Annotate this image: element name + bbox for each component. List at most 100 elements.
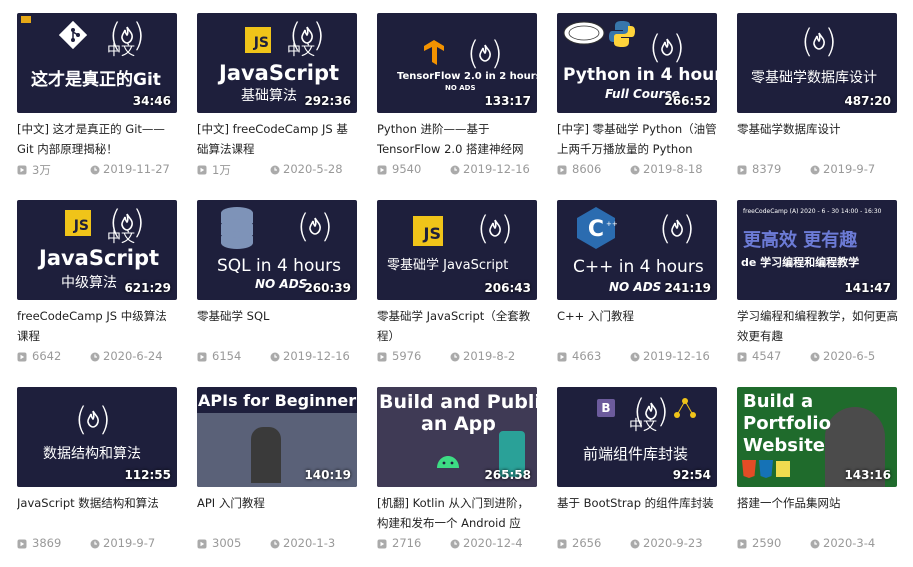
view-count: 5976 [392, 349, 422, 363]
tensorflow-logo-icon [424, 40, 444, 65]
video-card[interactable]: () SQL in 4 hours NO ADS 260:39 零基础学 SQL 6… [197, 200, 358, 380]
video-duration: 260:39 [304, 281, 351, 295]
video-title[interactable]: [中文] freeCodeCamp JS 基础算法课程 [197, 119, 358, 159]
video-title[interactable]: API 入门教程 [197, 493, 358, 533]
video-title[interactable]: [中字] 零基础学 Python（油管上两千万播放量的 Python [557, 119, 718, 159]
javascript-logo-icon: JS [65, 210, 91, 236]
video-card[interactable]: JS () 中文 JavaScript 基础算法 292:36 [中文] freeCo… [197, 13, 358, 193]
clock-icon [450, 539, 460, 549]
view-count: 3005 [212, 536, 242, 550]
upload-date: 2019-9-7 [823, 162, 876, 176]
freecodecamp-logo-icon: () [467, 34, 503, 72]
bootstrap-logo-icon: B [597, 399, 615, 417]
video-title[interactable]: [中文] 这才是真正的 Git——Git 内部原理揭秘！ [17, 119, 178, 159]
play-count-icon [197, 352, 207, 362]
video-card[interactable]: freeCodeCamp (A) 2020 - 6 - 30 14:00 - 1… [737, 200, 898, 380]
video-title[interactable]: 基于 BootStrap 的组件库封装 [557, 493, 718, 533]
video-card[interactable]: APIs for Beginners 140:19 API 入门教程 3005 … [197, 387, 358, 567]
video-duration: 206:43 [484, 281, 531, 295]
upload-date: 2019-12-16 [283, 349, 350, 363]
video-card[interactable]: Build and Publishan App 265:58 [机翻] Kotl… [377, 387, 538, 567]
video-card[interactable]: () Python in 4 hours Full Course 266:52 [中… [557, 13, 718, 193]
video-card[interactable]: () TensorFlow 2.0 in 2 hours NO ADS 133:17… [377, 13, 538, 193]
video-thumbnail[interactable]: Build and Publishan App 265:58 [377, 387, 537, 487]
video-thumbnail[interactable]: () 零基础学数据库设计 487:20 [737, 13, 897, 113]
video-thumbnail[interactable]: () 中文 这才是真正的Git 34:46 [17, 13, 177, 113]
video-title[interactable]: Python 进阶——基于 TensorFlow 2.0 搭建神经网 [377, 119, 538, 159]
clock-icon [270, 539, 280, 549]
freecodecamp-logo-icon: () [297, 207, 333, 245]
video-card[interactable]: Build a Portfolio Website 143:16 搭建一个作品集… [737, 387, 898, 567]
video-thumbnail[interactable]: JS () 中文 JavaScript 基础算法 292:36 [197, 13, 357, 113]
clock-icon [90, 539, 100, 549]
video-card[interactable]: JS () 零基础学 JavaScript 206:43 零基础学 JavaScr… [377, 200, 538, 380]
video-thumbnail[interactable]: Build a Portfolio Website 143:16 [737, 387, 897, 487]
video-duration: 112:55 [124, 468, 171, 482]
svg-text:C: C [588, 217, 604, 242]
video-thumbnail[interactable]: C ++ () C++ in 4 hours NO ADS 241:19 [557, 200, 717, 300]
view-count: 6642 [32, 349, 62, 363]
video-title[interactable]: 搭建一个作品集网站 [737, 493, 898, 533]
video-card[interactable]: JS () 中文 JavaScript 中级算法 621:29 freeCodeCam… [17, 200, 178, 380]
thumb-title: 前端组件库封装 [583, 445, 689, 463]
video-thumbnail[interactable]: JS () 中文 JavaScript 中级算法 621:29 [17, 200, 177, 300]
view-count: 8606 [572, 162, 602, 176]
video-thumbnail[interactable]: APIs for Beginners 140:19 [197, 387, 357, 487]
play-count-icon [377, 352, 387, 362]
view-count: 3万 [32, 163, 51, 177]
upload-date: 2020-9-23 [643, 536, 703, 550]
upload-date: 2019-12-16 [463, 162, 530, 176]
play-count-icon [377, 539, 387, 549]
thumb-tag: 中文 [107, 230, 135, 246]
video-title[interactable]: 学习编程和编程教学，如何更高效更有趣 [737, 306, 898, 346]
video-title[interactable]: 零基础学 JavaScript（全套教程） [377, 306, 538, 346]
html-css-js-logos-icon [742, 460, 790, 478]
video-card[interactable]: B () 中文 前端组件库封装 92:54 基于 BootStrap 的组件库封装… [557, 387, 718, 567]
video-card[interactable]: () 零基础学数据库设计 487:20 零基础学数据库设计 8379 2019-9… [737, 13, 898, 193]
video-thumbnail[interactable]: () 数据结构和算法 112:55 [17, 387, 177, 487]
clock-icon [810, 352, 820, 362]
video-title[interactable]: C++ 入门教程 [557, 306, 718, 346]
video-card[interactable]: () 数据结构和算法 112:55 JavaScript 数据结构和算法 3869… [17, 387, 178, 567]
thumb-title: JavaScript [219, 61, 340, 85]
view-count: 2656 [572, 536, 602, 550]
view-count: 8379 [752, 162, 782, 176]
view-count: 1万 [212, 163, 231, 177]
video-title[interactable]: 零基础学 SQL [197, 306, 358, 346]
video-thumbnail[interactable]: () SQL in 4 hours NO ADS 260:39 [197, 200, 357, 300]
video-thumbnail[interactable]: JS () 零基础学 JavaScript 206:43 [377, 200, 537, 300]
language-flag-icon [21, 16, 31, 23]
play-count-icon [737, 539, 747, 549]
video-title[interactable]: freeCodeCamp JS 中级算法课程 [17, 306, 178, 346]
thumb-title: 这才是真正的Git [31, 70, 161, 90]
video-meta: 6154 2019-12-16 [197, 349, 358, 365]
video-thumbnail[interactable]: () Python in 4 hours Full Course 266:52 [557, 13, 717, 113]
clock-icon [630, 165, 640, 175]
view-count: 2716 [392, 536, 422, 550]
clock-icon [90, 352, 100, 362]
cpp-logo-icon: C ++ [577, 207, 617, 249]
video-title[interactable]: 零基础学数据库设计 [737, 119, 898, 159]
video-card[interactable]: () 中文 这才是真正的Git 34:46 [中文] 这才是真正的 Git——Git… [17, 13, 178, 193]
freecodecamp-logo-icon: () [801, 22, 837, 60]
javascript-logo-icon: JS [245, 27, 271, 53]
upload-date: 2019-12-16 [643, 349, 710, 363]
video-title[interactable]: JavaScript 数据结构和算法 [17, 493, 178, 533]
video-meta: 9540 2019-12-16 [377, 162, 538, 178]
android-logo-icon [437, 456, 459, 468]
video-thumbnail[interactable]: B () 中文 前端组件库封装 92:54 [557, 387, 717, 487]
video-duration: 487:20 [844, 94, 891, 108]
view-count: 9540 [392, 162, 422, 176]
video-meta: 2716 2020-12-4 [377, 536, 538, 552]
video-meta: 2590 2020-3-4 [737, 536, 898, 552]
video-title[interactable]: [机翻] Kotlin 从入门到进阶，构建和发布一个 Android 应 [377, 493, 538, 533]
thumb-subtitle: 中级算法 [61, 275, 117, 291]
video-thumbnail[interactable]: () TensorFlow 2.0 in 2 hours NO ADS 133:17 [377, 13, 537, 113]
thumb-title: C++ in 4 hours [573, 257, 704, 277]
thumb-subtitle: de 学习编程和编程教学 [741, 256, 860, 269]
video-thumbnail[interactable]: freeCodeCamp (A) 2020 - 6 - 30 14:00 - 1… [737, 200, 897, 300]
video-duration: 141:47 [844, 281, 891, 295]
thumb-title: Build a Portfolio Website [743, 391, 831, 456]
video-card[interactable]: C ++ () C++ in 4 hours NO ADS 241:19 C++ 入门… [557, 200, 718, 380]
thumb-subtitle: NO ADS [255, 277, 308, 291]
